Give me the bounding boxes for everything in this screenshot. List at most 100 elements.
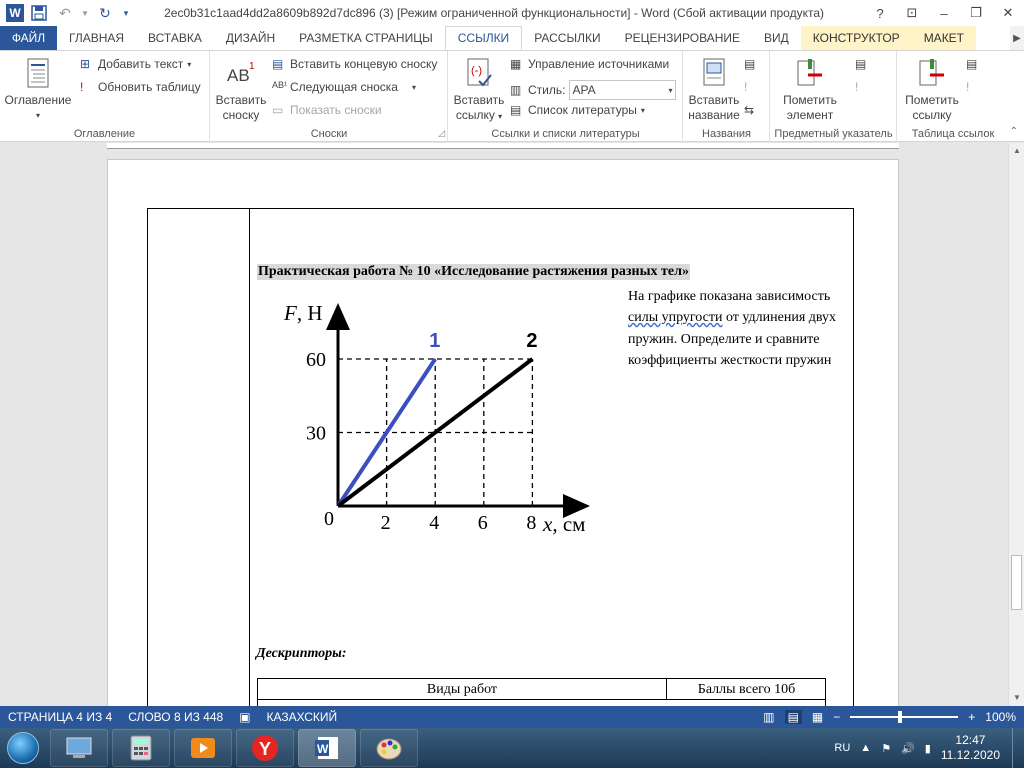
- taskbar-calculator[interactable]: [112, 729, 170, 767]
- zoom-in-button[interactable]: +: [968, 710, 975, 724]
- group-toc: Оглавление ▾ ⊞ Добавить текст ▾ ! Обновит…: [0, 51, 210, 142]
- vertical-scrollbar[interactable]: ▲ ▼: [1008, 143, 1024, 706]
- taskbar-yandex-browser[interactable]: Y: [236, 729, 294, 767]
- zoom-out-button[interactable]: −: [833, 710, 840, 724]
- insert-toa-button[interactable]: ▤: [966, 57, 980, 71]
- windows-logo-icon: [7, 732, 39, 764]
- tab-insert[interactable]: ВСТАВКА: [136, 26, 214, 50]
- cross-reference-button[interactable]: ⇆: [744, 103, 758, 117]
- network-icon[interactable]: ▮: [925, 742, 931, 755]
- insert-citation-label-1: Вставить: [453, 93, 505, 107]
- undo-icon[interactable]: ↶: [54, 2, 76, 24]
- tab-design[interactable]: ДИЗАЙН: [214, 26, 287, 50]
- show-desktop-button[interactable]: [1012, 728, 1024, 768]
- update-toa-button[interactable]: !: [966, 80, 980, 94]
- ribbon: Оглавление ▾ ⊞ Добавить текст ▾ ! Обновит…: [0, 50, 1024, 142]
- insert-endnote-button[interactable]: ▤ Вставить концевую сноску: [272, 57, 437, 71]
- window-title: 2ec0b31c1aad4dd2a8609b892d7dc896 (3) [Ре…: [164, 6, 824, 20]
- tabs-scroll-right-icon[interactable]: ▶: [1010, 26, 1024, 50]
- redo-icon[interactable]: ↻: [94, 2, 116, 24]
- minimize-button[interactable]: –: [928, 6, 960, 21]
- undo-dropdown-icon[interactable]: ▼: [80, 2, 90, 24]
- read-mode-icon[interactable]: ▥: [763, 710, 774, 724]
- taskbar-word[interactable]: W: [298, 729, 356, 767]
- table-cell-left: [147, 208, 250, 706]
- zoom-slider-knob[interactable]: [898, 711, 903, 723]
- mark-entry-button[interactable]: Пометить элемент: [779, 57, 841, 123]
- close-button[interactable]: ✕: [992, 5, 1024, 21]
- taskbar-media-player[interactable]: [174, 729, 232, 767]
- scroll-thumb[interactable]: [1011, 555, 1022, 610]
- tick-label-origin: 0: [324, 508, 334, 530]
- status-bar: СТРАНИЦА 4 ИЗ 4 СЛОВО 8 ИЗ 448 ▣ КАЗАХСК…: [0, 706, 1024, 728]
- page-count[interactable]: СТРАНИЦА 4 ИЗ 4: [0, 710, 120, 724]
- tab-home[interactable]: ГЛАВНАЯ: [57, 26, 136, 50]
- word-count[interactable]: СЛОВО 8 ИЗ 448: [120, 710, 231, 724]
- tray-expand-icon[interactable]: ▲: [860, 742, 871, 754]
- task-heading: Практическая работа № 10 «Исследование р…: [257, 264, 690, 280]
- manage-sources-button[interactable]: ▦ Управление источниками: [510, 57, 669, 71]
- update-table-of-figures-button[interactable]: !: [744, 80, 758, 94]
- insert-caption-label-2: название: [688, 108, 740, 122]
- web-layout-icon[interactable]: ▦: [812, 710, 823, 724]
- footnotes-launcher-icon[interactable]: ◿: [438, 128, 445, 139]
- insert-index-button[interactable]: ▤: [855, 57, 869, 71]
- taskbar-paint[interactable]: [360, 729, 418, 767]
- insert-citation-button[interactable]: (-) Вставить ссылку ▾: [453, 57, 505, 124]
- mark-citation-icon: [919, 59, 944, 86]
- scroll-up-icon[interactable]: ▲: [1009, 143, 1024, 159]
- print-layout-icon[interactable]: ▤: [784, 710, 802, 724]
- update-index-button[interactable]: !: [855, 80, 869, 94]
- clock[interactable]: 12:47 11.12.2020: [941, 733, 1000, 763]
- insert-footnote-button[interactable]: AB 1 Вставить сноску: [215, 57, 267, 123]
- bibliography-label: Список литературы: [528, 103, 637, 117]
- mark-entry-label-2: элемент: [786, 108, 834, 122]
- help-button[interactable]: ?: [864, 6, 896, 21]
- toc-button[interactable]: Оглавление ▾: [4, 57, 72, 123]
- volume-icon[interactable]: 🔊: [901, 742, 915, 755]
- tab-mailings[interactable]: РАССЫЛКИ: [522, 26, 612, 50]
- show-notes-button[interactable]: ▭ Показать сноски: [272, 103, 382, 117]
- insert-citation-label-2-wrap: ссылку ▾: [455, 108, 503, 122]
- word-logo-icon[interactable]: W: [6, 4, 24, 22]
- bibliography-button[interactable]: ▤ Список литературы ▾: [510, 103, 645, 117]
- tab-table-layout[interactable]: МАКЕТ: [911, 26, 977, 50]
- tab-file[interactable]: ФАЙЛ: [0, 26, 57, 50]
- language-indicator[interactable]: КАЗАХСКИЙ: [259, 710, 346, 724]
- next-footnote-icon: AB¹: [272, 80, 288, 90]
- add-text-button[interactable]: ⊞ Добавить текст ▾: [80, 57, 191, 71]
- update-table-button[interactable]: ! Обновить таблицу: [80, 80, 201, 94]
- table-of-figures-icon: ▤: [744, 57, 756, 71]
- quick-access-toolbar: W ↶ ▼ ↻ ▾: [0, 2, 164, 24]
- zoom-level[interactable]: 100%: [985, 710, 1016, 724]
- mark-citation-button[interactable]: Пометить ссылку: [900, 57, 964, 123]
- tab-table-design[interactable]: КОНСТРУКТОР: [800, 26, 912, 50]
- toc-icon: [27, 58, 49, 88]
- tick-label-x-4: 4: [429, 512, 439, 534]
- tab-page-layout[interactable]: РАЗМЕТКА СТРАНИЦЫ: [287, 26, 445, 50]
- style-dropdown[interactable]: APA ▾: [569, 80, 677, 100]
- task-description: На графике показана зависимость силы упр…: [628, 286, 838, 371]
- tab-review[interactable]: РЕЦЕНЗИРОВАНИЕ: [613, 26, 752, 50]
- tab-references[interactable]: ССЫЛКИ: [444, 26, 523, 50]
- ribbon-display-options-button[interactable]: ⊡: [896, 5, 928, 21]
- flag-icon[interactable]: ⚑: [881, 742, 891, 755]
- customize-qat-icon[interactable]: ▾: [120, 2, 132, 24]
- insert-index-icon: ▤: [855, 57, 867, 71]
- tick-label-x-2: 2: [381, 512, 391, 534]
- next-footnote-button[interactable]: AB¹ Следующая сноска ▾: [272, 80, 416, 94]
- insert-caption-label-1: Вставить: [688, 93, 740, 107]
- insert-table-of-figures-button[interactable]: ▤: [744, 57, 758, 71]
- zoom-slider[interactable]: [850, 711, 959, 723]
- save-icon[interactable]: [28, 2, 50, 24]
- input-language[interactable]: RU: [834, 742, 850, 754]
- scroll-down-icon[interactable]: ▼: [1009, 690, 1024, 706]
- proofing-icon[interactable]: ▣: [231, 710, 258, 724]
- tick-label-x-6: 6: [478, 512, 488, 534]
- collapse-ribbon-icon[interactable]: ⌃: [1010, 126, 1018, 137]
- tab-view[interactable]: ВИД: [752, 26, 801, 50]
- start-button[interactable]: [0, 728, 46, 768]
- insert-caption-button[interactable]: Вставить название: [686, 57, 742, 123]
- restore-button[interactable]: ❐: [960, 5, 992, 21]
- taskbar-explorer[interactable]: [50, 729, 108, 767]
